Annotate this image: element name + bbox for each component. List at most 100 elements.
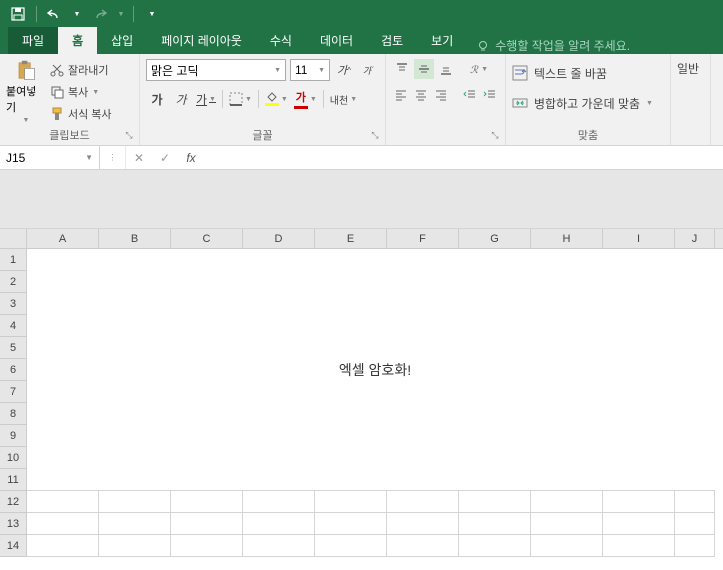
align-left-icon[interactable] <box>392 85 410 105</box>
select-all-corner[interactable] <box>0 229 27 248</box>
bold-button[interactable]: 가 <box>146 88 168 110</box>
col-header-A[interactable]: A <box>27 229 99 248</box>
row-header-1[interactable]: 1 <box>0 249 27 271</box>
copy-button[interactable]: 복사 ▼ <box>50 82 112 102</box>
col-header-G[interactable]: G <box>459 229 531 248</box>
row-header-9[interactable]: 9 <box>0 425 27 447</box>
cell-C9[interactable] <box>171 425 243 447</box>
cell-D11[interactable] <box>243 469 315 491</box>
cell-B8[interactable] <box>99 403 171 425</box>
cell-F5[interactable] <box>387 337 459 359</box>
cell-I14[interactable] <box>603 535 675 557</box>
cell-A9[interactable] <box>27 425 99 447</box>
cell-H8[interactable] <box>531 403 603 425</box>
cell-H4[interactable] <box>531 315 603 337</box>
cell-D13[interactable] <box>243 513 315 535</box>
cell-E13[interactable] <box>315 513 387 535</box>
save-icon[interactable] <box>6 3 30 25</box>
undo-dropdown-icon[interactable]: ▼ <box>71 3 83 25</box>
row-header-8[interactable]: 8 <box>0 403 27 425</box>
cell-H13[interactable] <box>531 513 603 535</box>
cell-J3[interactable] <box>675 293 715 315</box>
row-header-11[interactable]: 11 <box>0 469 27 491</box>
cell-H3[interactable] <box>531 293 603 315</box>
cell-A10[interactable] <box>27 447 99 469</box>
row-header-13[interactable]: 13 <box>0 513 27 535</box>
cell-H14[interactable] <box>531 535 603 557</box>
cell-A3[interactable] <box>27 293 99 315</box>
cell-E4[interactable] <box>315 315 387 337</box>
cell-J1[interactable] <box>675 249 715 271</box>
cell-C7[interactable] <box>171 381 243 403</box>
row-header-5[interactable]: 5 <box>0 337 27 359</box>
row-header-3[interactable]: 3 <box>0 293 27 315</box>
cell-A7[interactable] <box>27 381 99 403</box>
cell-F10[interactable] <box>387 447 459 469</box>
cell-C3[interactable] <box>171 293 243 315</box>
align-center-icon[interactable] <box>412 85 430 105</box>
tab-data[interactable]: 데이터 <box>306 27 367 54</box>
cell-G7[interactable] <box>459 381 531 403</box>
cell-J8[interactable] <box>675 403 715 425</box>
cell-C8[interactable] <box>171 403 243 425</box>
row-header-6[interactable]: 6 <box>0 359 27 381</box>
cell-G2[interactable] <box>459 271 531 293</box>
tell-me-search[interactable]: 수행할 작업을 알려 주세요. <box>467 37 640 54</box>
cell-I12[interactable] <box>603 491 675 513</box>
cell-B2[interactable] <box>99 271 171 293</box>
cell-J7[interactable] <box>675 381 715 403</box>
cell-J2[interactable] <box>675 271 715 293</box>
cell-I8[interactable] <box>603 403 675 425</box>
cell-C10[interactable] <box>171 447 243 469</box>
cell-F1[interactable] <box>387 249 459 271</box>
cell-C4[interactable] <box>171 315 243 337</box>
clipboard-launcher-icon[interactable]: ⤡ <box>122 128 136 142</box>
cell-E3[interactable] <box>315 293 387 315</box>
cell-D12[interactable] <box>243 491 315 513</box>
name-box-expand[interactable]: ⋮ <box>100 146 126 169</box>
phonetic-button[interactable]: 내천▼ <box>328 88 359 110</box>
cell-B6[interactable] <box>99 359 171 381</box>
tab-review[interactable]: 검토 <box>367 27 417 54</box>
cell-H9[interactable] <box>531 425 603 447</box>
fill-color-button[interactable]: ▼ <box>263 88 290 110</box>
decrease-indent-icon[interactable] <box>461 85 479 105</box>
cell-G6[interactable] <box>459 359 531 381</box>
cell-A6[interactable] <box>27 359 99 381</box>
cell-H12[interactable] <box>531 491 603 513</box>
cell-C1[interactable] <box>171 249 243 271</box>
cell-B9[interactable] <box>99 425 171 447</box>
cell-D6[interactable] <box>243 359 315 381</box>
font-launcher-icon[interactable]: ⤡ <box>368 128 382 142</box>
tab-view[interactable]: 보기 <box>417 27 467 54</box>
cut-button[interactable]: 잘라내기 <box>50 60 112 80</box>
cell-F6[interactable] <box>387 359 459 381</box>
enter-formula-icon[interactable]: ✓ <box>152 146 178 169</box>
row-header-7[interactable]: 7 <box>0 381 27 403</box>
cell-A11[interactable] <box>27 469 99 491</box>
row-header-12[interactable]: 12 <box>0 491 27 513</box>
cell-G5[interactable] <box>459 337 531 359</box>
row-header-14[interactable]: 14 <box>0 535 27 557</box>
cell-A8[interactable] <box>27 403 99 425</box>
cell-D3[interactable] <box>243 293 315 315</box>
cell-J14[interactable] <box>675 535 715 557</box>
cell-E9[interactable] <box>315 425 387 447</box>
cell-H11[interactable] <box>531 469 603 491</box>
align-right-icon[interactable] <box>432 85 450 105</box>
cell-G4[interactable] <box>459 315 531 337</box>
decrease-font-icon[interactable]: 가ˇ <box>358 59 378 81</box>
cell-H7[interactable] <box>531 381 603 403</box>
cell-F12[interactable] <box>387 491 459 513</box>
border-button[interactable]: ▼ <box>227 88 254 110</box>
paste-button[interactable]: 붙여넣기 ▼ <box>6 58 46 124</box>
align-middle-icon[interactable] <box>414 59 434 79</box>
cell-D5[interactable] <box>243 337 315 359</box>
cell-B11[interactable] <box>99 469 171 491</box>
row-header-2[interactable]: 2 <box>0 271 27 293</box>
font-name-select[interactable]: 맑은 고딕 ▼ <box>146 59 286 81</box>
cell-G3[interactable] <box>459 293 531 315</box>
font-color-button[interactable]: 가▼ <box>292 88 319 110</box>
cell-A5[interactable] <box>27 337 99 359</box>
cell-A14[interactable] <box>27 535 99 557</box>
